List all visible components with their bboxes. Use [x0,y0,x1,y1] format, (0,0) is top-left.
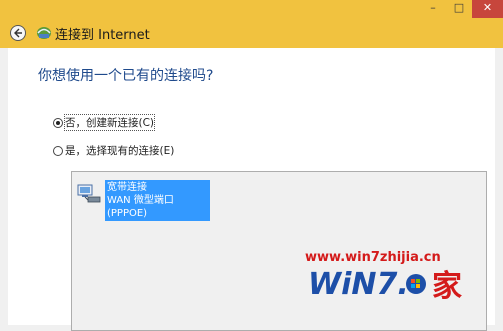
connection-item-text: 宽带连接 WAN 微型端口(PPPOE) [105,180,210,221]
wizard-title: 连接到 Internet [55,28,150,43]
connection-name: 宽带连接 [107,182,147,193]
back-button[interactable] [10,25,26,41]
connection-type: WAN 微型端口(PPPOE) [107,195,174,219]
wizard-header: 连接到 Internet [0,18,503,48]
minimize-button[interactable]: – [420,0,446,18]
option-create-new-label: 否，创建新连接(C) [63,114,156,131]
radio-use-existing[interactable] [53,145,63,156]
svg-text:WiN7.: WiN7. [308,267,409,302]
network-connection-icon [37,27,51,39]
list-item[interactable]: 宽带连接 WAN 微型端口(PPPOE) [76,180,211,221]
option-create-new[interactable]: 否，创建新连接(C) [53,114,156,131]
window-titlebar: – □ ✕ [0,0,503,18]
watermark-logo: WiN7. 家 [308,267,462,304]
option-use-existing[interactable]: 是，选择现有的连接(E) [53,143,174,158]
broadband-connection-icon [77,184,101,203]
back-arrow-icon [14,28,22,38]
close-button[interactable]: ✕ [472,0,503,18]
option-use-existing-label: 是，选择现有的连接(E) [65,145,175,157]
page-question: 你想使用一个已有的连接吗? [38,68,214,84]
radio-create-new[interactable] [53,117,63,128]
watermark-url: www.win7zhijia.cn [305,250,441,265]
svg-text:家: 家 [432,269,462,304]
maximize-button[interactable]: □ [446,0,472,18]
